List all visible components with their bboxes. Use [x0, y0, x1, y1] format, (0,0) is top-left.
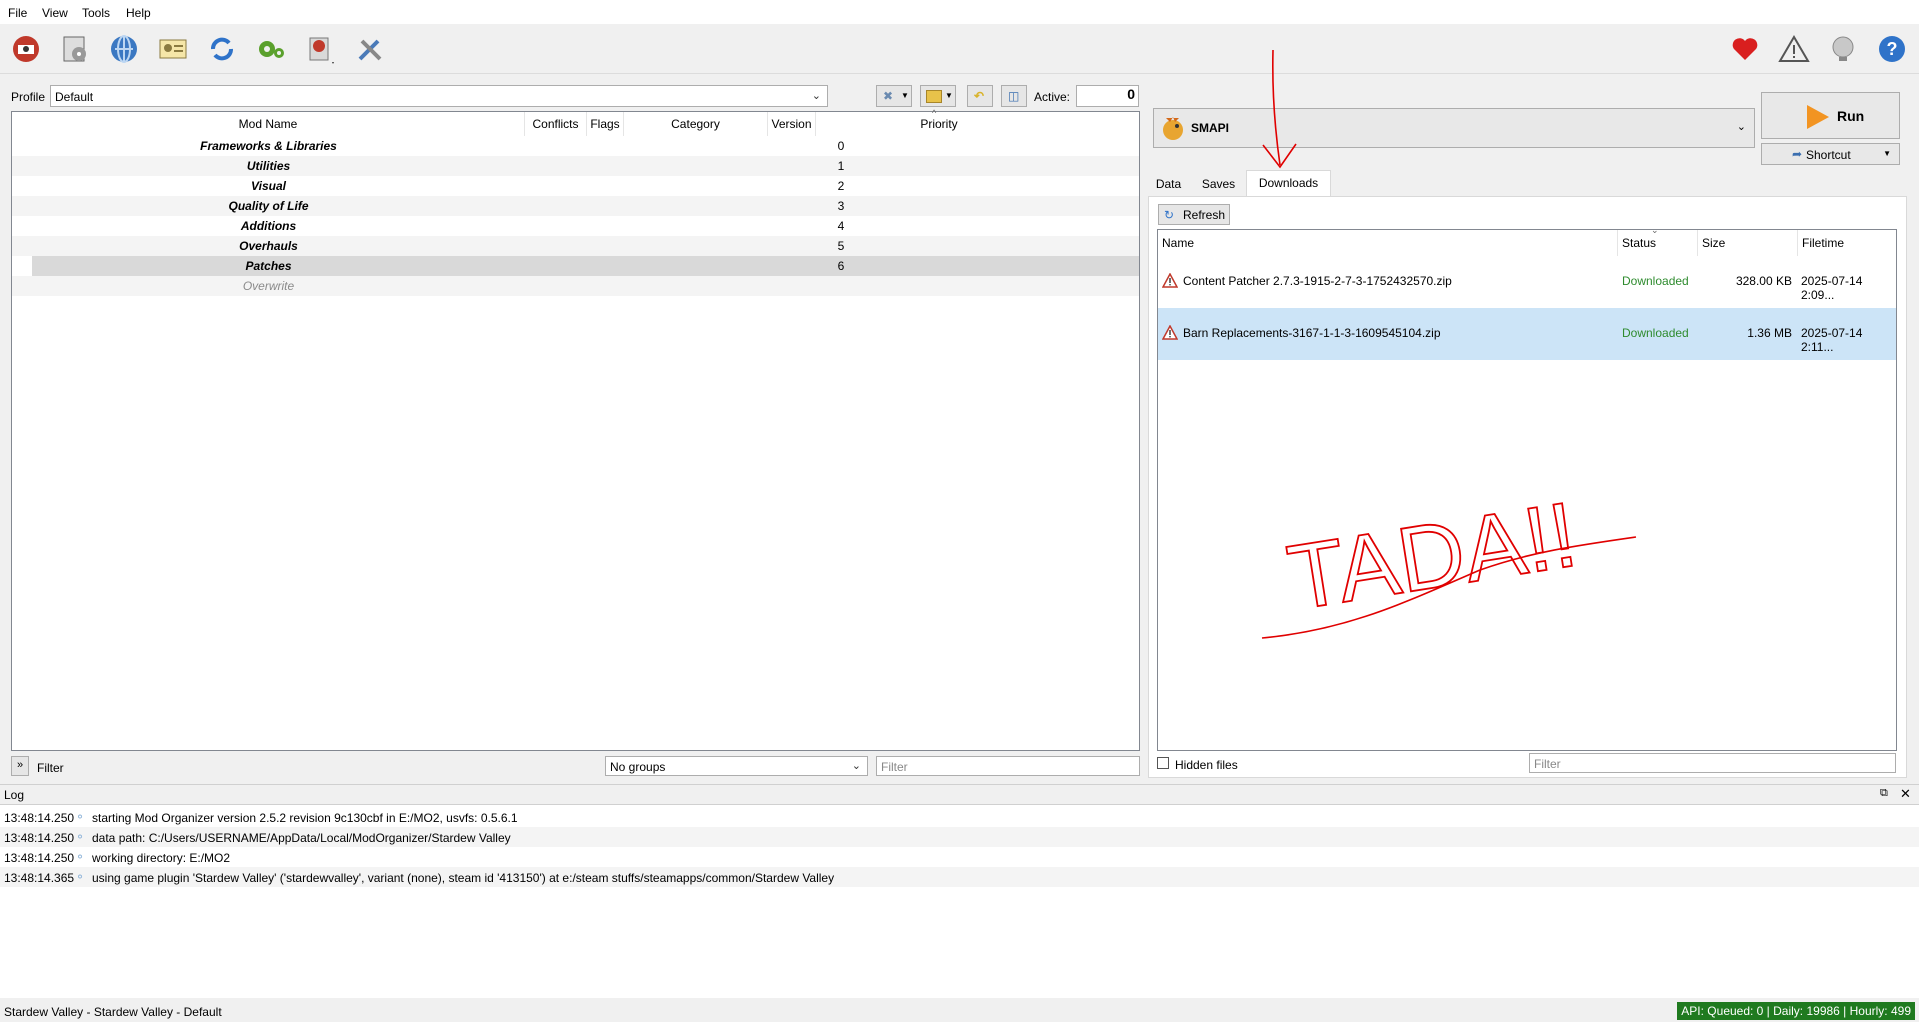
col-mod-name[interactable]: Mod Name: [12, 112, 525, 136]
chevron-down-icon: ⌄: [1736, 121, 1746, 133]
profile-select[interactable]: Default ⌄: [50, 85, 828, 107]
menu-file[interactable]: File: [8, 6, 27, 20]
close-icon[interactable]: ✕: [1900, 786, 1911, 802]
float-dock-icon[interactable]: ⧉: [1880, 787, 1888, 800]
profiles-icon[interactable]: [156, 32, 190, 66]
dropdown-arrow-icon: ▼: [1883, 149, 1891, 158]
play-icon: [1807, 105, 1829, 129]
groups-select[interactable]: No groups ⌄: [605, 756, 868, 776]
install-mod-icon[interactable]: [58, 32, 92, 66]
executable-name: SMAPI: [1191, 121, 1230, 135]
menu-tools[interactable]: Tools: [82, 6, 110, 20]
log-row: 13:48:14.250 ⚬ starting Mod Organizer ve…: [0, 807, 1919, 827]
refresh-button[interactable]: ↻ Refresh: [1158, 204, 1230, 225]
col-filetime[interactable]: Filetime: [1798, 230, 1896, 256]
run-button[interactable]: Run: [1761, 92, 1900, 139]
restore-backup-button[interactable]: ↶: [967, 85, 993, 107]
tools-icon: ✖: [883, 89, 894, 103]
col-conflicts[interactable]: Conflicts: [525, 112, 587, 136]
status-bar: Stardew Valley - Stardew Valley - Defaul…: [0, 1001, 1919, 1022]
instance-manager-icon[interactable]: [9, 32, 43, 66]
modlist-filter-input[interactable]: Filter: [876, 756, 1140, 776]
chevron-down-icon: ⌄: [851, 760, 861, 772]
api-status-badge: API: Queued: 0 | Daily: 19986 | Hourly: …: [1677, 1002, 1915, 1020]
log-row: 13:48:14.250 ⚬ data path: C:/Users/USERN…: [0, 827, 1919, 847]
open-folder-button[interactable]: ▼: [920, 85, 956, 107]
warning-icon: [1162, 325, 1178, 340]
table-row[interactable]: Patches 6: [12, 256, 1139, 276]
info-bulb-icon: ⚬: [75, 810, 86, 824]
undo-icon: ↶: [974, 89, 985, 103]
dropdown-arrow-icon: ▼: [901, 91, 909, 100]
menu-bar: File View Tools Help: [0, 0, 1919, 24]
hidden-files-label: Hidden files: [1175, 758, 1238, 772]
download-row[interactable]: Content Patcher 2.7.3-1915-2-7-3-1752432…: [1158, 256, 1896, 308]
col-category[interactable]: Category: [624, 112, 768, 136]
table-row[interactable]: Quality of Life 3: [12, 196, 1139, 216]
table-row[interactable]: Overhauls 5: [12, 236, 1139, 256]
filter-label: Filter: [37, 761, 64, 775]
profile-label: Profile: [11, 90, 46, 104]
svg-text:?: ?: [1887, 39, 1898, 59]
chevron-down-icon: ⌄: [811, 90, 821, 102]
folder-icon: [926, 90, 942, 103]
log-list[interactable]: 13:48:14.250 ⚬ starting Mod Organizer ve…: [0, 804, 1919, 998]
menu-help[interactable]: Help: [126, 6, 151, 20]
table-row[interactable]: Utilities 1: [12, 156, 1139, 176]
log-row: 13:48:14.250 ⚬ working directory: E:/MO2: [0, 847, 1919, 867]
mod-list[interactable]: Mod Name Conflicts Flags Category Versio…: [11, 108, 1140, 751]
table-row[interactable]: Visual 2: [12, 176, 1139, 196]
table-row[interactable]: Overwrite: [12, 276, 1139, 296]
executables-gear-icon[interactable]: [254, 32, 288, 66]
settings-wrench-icon[interactable]: [353, 32, 387, 66]
notifications-warning-icon[interactable]: [1777, 32, 1811, 66]
log-header: Log ⧉ ✕: [0, 784, 1919, 804]
log-title: Log: [4, 788, 25, 802]
warning-icon: [1162, 273, 1178, 288]
refresh-icon[interactable]: [205, 32, 239, 66]
col-flags[interactable]: Flags: [587, 112, 624, 136]
expand-filters-button[interactable]: »: [11, 756, 29, 776]
sort-desc-icon: ⌄: [1651, 225, 1659, 235]
create-backup-button[interactable]: ◫: [1001, 85, 1027, 107]
update-globe-icon[interactable]: [1826, 32, 1860, 66]
info-bulb-icon: ⚬: [75, 830, 86, 844]
table-row[interactable]: Frameworks & Libraries 0: [12, 136, 1139, 156]
log-row: 13:48:14.365 ⚬ using game plugin 'Starde…: [0, 867, 1919, 887]
tab-saves[interactable]: Saves: [1191, 172, 1246, 196]
col-priority[interactable]: Priority: [816, 112, 1062, 136]
status-text: Stardew Valley - Stardew Valley - Defaul…: [4, 1005, 222, 1019]
help-icon[interactable]: ?: [1875, 32, 1909, 66]
col-size[interactable]: Size: [1698, 230, 1798, 256]
tab-data[interactable]: Data: [1148, 172, 1189, 196]
dropdown-arrow-icon: ▼: [945, 91, 953, 100]
refresh-icon: ↻: [1164, 208, 1175, 222]
hidden-files-checkbox[interactable]: [1157, 757, 1169, 769]
active-label: Active:: [1034, 90, 1071, 104]
tools-menu-icon[interactable]: [304, 32, 338, 66]
info-bulb-icon: ⚬: [75, 850, 86, 864]
profile-value: Default: [55, 90, 94, 104]
nexus-icon[interactable]: [107, 32, 141, 66]
modlist-actions-button[interactable]: ✖ ▼: [876, 85, 912, 107]
shortcut-button[interactable]: ➦ Shortcut ▼: [1761, 143, 1900, 165]
col-version[interactable]: Version: [768, 112, 816, 136]
sort-asc-icon: ^: [932, 108, 937, 118]
smapi-chicken-icon: [1163, 117, 1183, 140]
info-bulb-icon: ⚬: [75, 870, 86, 884]
shortcut-arrow-icon: ➦: [1792, 147, 1803, 161]
endorse-heart-icon[interactable]: [1728, 32, 1762, 66]
toolbar: ?: [0, 24, 1919, 74]
menu-view[interactable]: View: [42, 6, 68, 20]
save-icon: ◫: [1008, 89, 1020, 103]
downloads-list[interactable]: Name Status Size Filetime ⌄ Content Patc…: [1157, 225, 1897, 751]
col-name[interactable]: Name: [1158, 230, 1618, 256]
active-count: 0: [1076, 85, 1139, 107]
table-row[interactable]: Additions 4: [12, 216, 1139, 236]
downloads-filter-input[interactable]: Filter: [1529, 753, 1896, 773]
download-row[interactable]: Barn Replacements-3167-1-1-3-1609545104.…: [1158, 308, 1896, 360]
tab-downloads[interactable]: Downloads: [1246, 170, 1331, 198]
executable-select[interactable]: SMAPI ⌄: [1153, 108, 1755, 148]
